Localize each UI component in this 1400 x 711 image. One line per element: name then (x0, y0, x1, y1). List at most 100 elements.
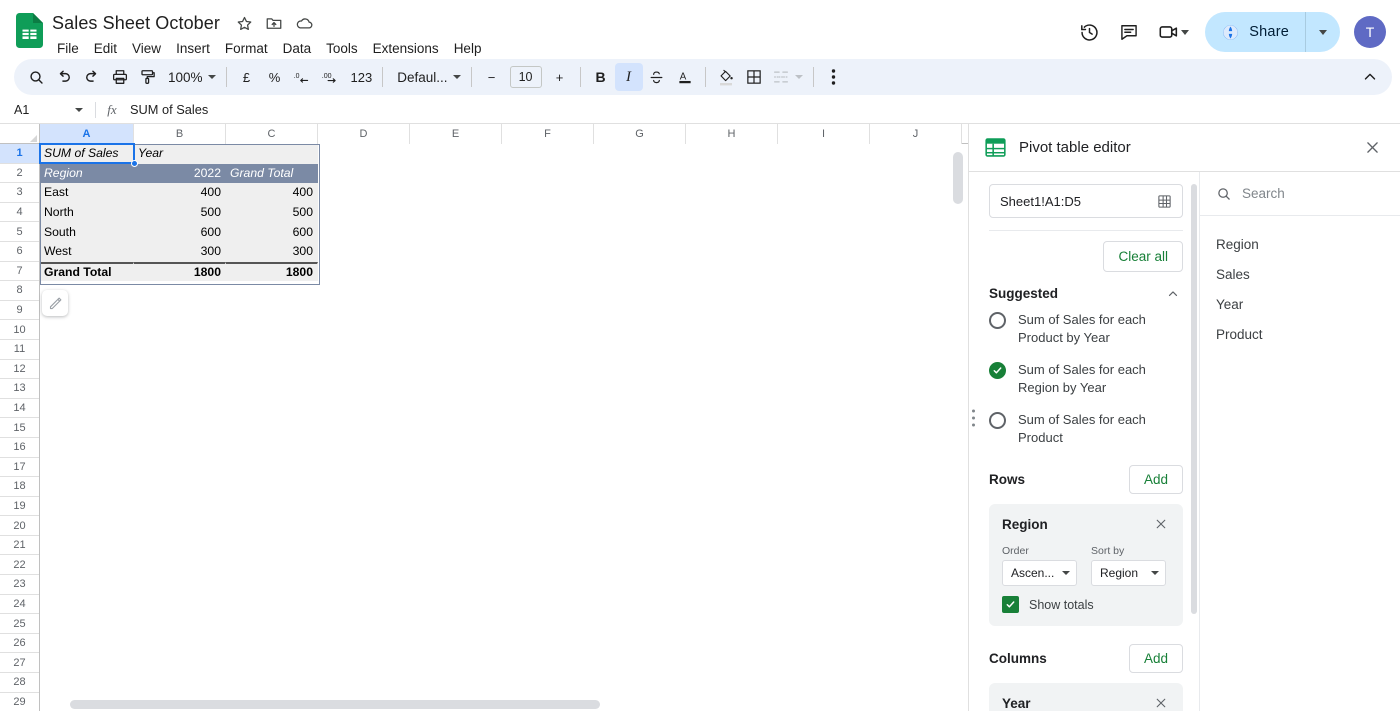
version-history-icon[interactable] (1070, 13, 1108, 51)
cell-D2[interactable] (318, 164, 410, 184)
cell-A12[interactable] (40, 360, 134, 380)
cell-I26[interactable] (778, 634, 870, 654)
cell-H8[interactable] (686, 281, 778, 301)
cell-H10[interactable] (686, 320, 778, 340)
column-header-i[interactable]: I (778, 124, 870, 144)
cell-C4[interactable]: 500 (226, 203, 318, 223)
rows-field-remove-icon[interactable] (1152, 515, 1170, 533)
print-icon[interactable] (106, 63, 134, 91)
cell-D8[interactable] (318, 281, 410, 301)
cell-C3[interactable]: 400 (226, 183, 318, 203)
cell-E17[interactable] (410, 458, 502, 478)
cell-F24[interactable] (502, 595, 594, 615)
cell-C2[interactable]: Grand Total (226, 164, 318, 184)
panel-scrollbar-thumb[interactable] (1191, 184, 1197, 614)
cell-A28[interactable] (40, 673, 134, 693)
cell-I15[interactable] (778, 418, 870, 438)
cell-D15[interactable] (318, 418, 410, 438)
cell-J28[interactable] (870, 673, 962, 693)
cell-D12[interactable] (318, 360, 410, 380)
row-header-20[interactable]: 20 (0, 516, 39, 536)
rows-order-select[interactable]: Ascen... (1002, 560, 1077, 586)
star-icon[interactable] (234, 13, 254, 33)
cell-F6[interactable] (502, 242, 594, 262)
decrease-decimal-button[interactable]: .0 (289, 63, 317, 91)
cell-F25[interactable] (502, 614, 594, 634)
cell-J9[interactable] (870, 301, 962, 321)
cell-B6[interactable]: 300 (134, 242, 226, 262)
cell-A13[interactable] (40, 379, 134, 399)
cell-G24[interactable] (594, 595, 686, 615)
menu-view[interactable]: View (125, 38, 168, 60)
row-header-19[interactable]: 19 (0, 497, 39, 517)
name-box[interactable]: A1 (0, 97, 95, 123)
text-color-button[interactable]: A (671, 63, 699, 91)
cell-B18[interactable] (134, 477, 226, 497)
cell-H12[interactable] (686, 360, 778, 380)
checkbox-checked-icon[interactable] (1002, 596, 1019, 613)
cell-E6[interactable] (410, 242, 502, 262)
cell-H1[interactable] (686, 144, 778, 164)
cell-H27[interactable] (686, 653, 778, 673)
cell-D1[interactable] (318, 144, 410, 164)
cell-I19[interactable] (778, 497, 870, 517)
cell-I27[interactable] (778, 653, 870, 673)
cell-I16[interactable] (778, 438, 870, 458)
increase-decimal-button[interactable]: .00 (317, 63, 347, 91)
cell-F13[interactable] (502, 379, 594, 399)
cell-I20[interactable] (778, 516, 870, 536)
cell-C28[interactable] (226, 673, 318, 693)
cell-F1[interactable] (502, 144, 594, 164)
strikethrough-button[interactable] (643, 63, 671, 91)
cell-I9[interactable] (778, 301, 870, 321)
cell-E28[interactable] (410, 673, 502, 693)
cell-I24[interactable] (778, 595, 870, 615)
cell-A19[interactable] (40, 497, 134, 517)
cell-H9[interactable] (686, 301, 778, 321)
zoom-control[interactable]: 100% (162, 63, 220, 91)
cell-G1[interactable] (594, 144, 686, 164)
row-header-21[interactable]: 21 (0, 536, 39, 556)
cell-J15[interactable] (870, 418, 962, 438)
cell-J20[interactable] (870, 516, 962, 536)
cell-J5[interactable] (870, 222, 962, 242)
cell-I5[interactable] (778, 222, 870, 242)
rows-sort-select[interactable]: Region (1091, 560, 1166, 586)
cell-A3[interactable]: East (40, 183, 134, 203)
pencil-edit-icon[interactable] (42, 290, 68, 316)
cell-D25[interactable] (318, 614, 410, 634)
cell-D13[interactable] (318, 379, 410, 399)
cell-B28[interactable] (134, 673, 226, 693)
row-header-3[interactable]: 3 (0, 183, 39, 203)
cell-A15[interactable] (40, 418, 134, 438)
cell-F20[interactable] (502, 516, 594, 536)
more-formats-button[interactable]: 123 (347, 63, 377, 91)
cell-I18[interactable] (778, 477, 870, 497)
comment-icon[interactable] (1110, 13, 1148, 51)
cell-B19[interactable] (134, 497, 226, 517)
cell-D6[interactable] (318, 242, 410, 262)
select-range-icon[interactable] (1154, 194, 1174, 209)
cell-D26[interactable] (318, 634, 410, 654)
row-header-12[interactable]: 12 (0, 360, 39, 380)
cell-H6[interactable] (686, 242, 778, 262)
row-header-17[interactable]: 17 (0, 458, 39, 478)
cell-G5[interactable] (594, 222, 686, 242)
cell-I23[interactable] (778, 575, 870, 595)
cell-G19[interactable] (594, 497, 686, 517)
chevron-up-icon[interactable] (1163, 287, 1183, 301)
cell-J6[interactable] (870, 242, 962, 262)
cell-C18[interactable] (226, 477, 318, 497)
column-header-j[interactable]: J (870, 124, 962, 144)
cell-J14[interactable] (870, 399, 962, 419)
cell-J12[interactable] (870, 360, 962, 380)
cell-B11[interactable] (134, 340, 226, 360)
document-title[interactable]: Sales Sheet October (50, 12, 224, 35)
cell-G11[interactable] (594, 340, 686, 360)
cell-C5[interactable]: 600 (226, 222, 318, 242)
cell-A26[interactable] (40, 634, 134, 654)
cell-F7[interactable] (502, 262, 594, 282)
rows-show-totals-row[interactable]: Show totals (1002, 596, 1170, 613)
cell-A11[interactable] (40, 340, 134, 360)
cell-F15[interactable] (502, 418, 594, 438)
